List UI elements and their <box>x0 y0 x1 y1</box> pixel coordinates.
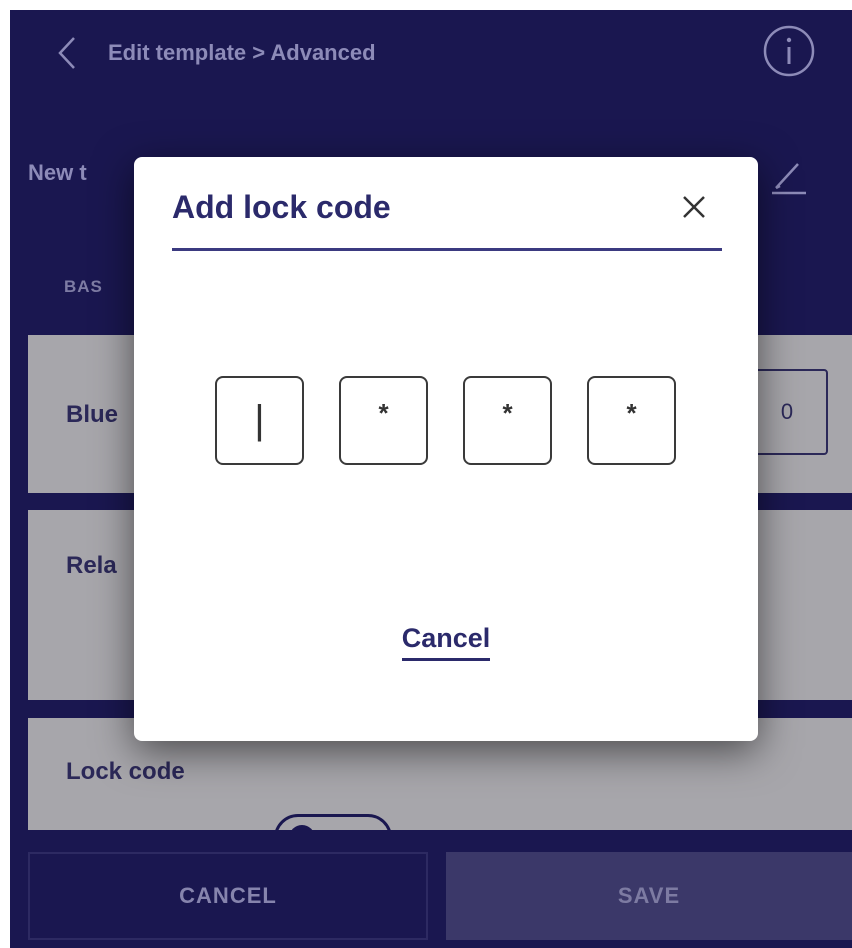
info-icon <box>763 25 815 77</box>
dialog-cancel-row: Cancel <box>134 623 758 661</box>
relay-label: Rela <box>66 552 117 579</box>
cancel-button-label: CANCEL <box>179 883 277 908</box>
code-digit-3[interactable]: * <box>463 376 552 465</box>
bluetooth-value-field[interactable]: 0 <box>746 369 828 455</box>
code-digit-1-value: | <box>254 398 265 442</box>
pencil-icon <box>772 163 806 195</box>
close-icon <box>683 196 705 218</box>
cancel-button[interactable]: CANCEL <box>28 852 428 940</box>
bottom-action-bar: CANCEL SAVE <box>10 830 852 948</box>
dialog-close-button[interactable] <box>672 185 716 229</box>
lock-code-label: Lock code <box>66 758 185 785</box>
info-button[interactable] <box>762 24 816 78</box>
add-lock-code-dialog: Add lock code | * * * Cancel <box>134 157 758 741</box>
dialog-cancel-link[interactable]: Cancel <box>401 623 491 661</box>
save-button[interactable]: SAVE <box>446 852 852 940</box>
code-digit-4[interactable]: * <box>587 376 676 465</box>
code-digit-4-value: * <box>626 398 637 428</box>
code-digit-3-value: * <box>502 398 513 428</box>
code-digit-2[interactable]: * <box>339 376 428 465</box>
section-label-basic: BAS <box>64 277 103 296</box>
code-digit-1[interactable]: | <box>215 376 304 465</box>
screen: Edit template > Advanced New t BAS Blue … <box>0 0 852 948</box>
save-button-label: SAVE <box>617 883 681 908</box>
app-window: Edit template > Advanced New t BAS Blue … <box>10 10 852 948</box>
code-digit-2-value: * <box>378 398 389 428</box>
lock-code-inputs: | * * * <box>215 376 676 465</box>
edit-name-button[interactable] <box>770 156 810 196</box>
chevron-left-icon <box>58 37 75 69</box>
page-title: Edit template > Advanced <box>108 40 376 65</box>
template-name: New t <box>28 160 87 185</box>
bluetooth-value: 0 <box>780 399 794 424</box>
dialog-divider <box>172 248 722 251</box>
bluetooth-label: Blue <box>66 401 119 428</box>
dialog-title: Add lock code <box>172 189 391 225</box>
back-button[interactable] <box>50 36 84 70</box>
